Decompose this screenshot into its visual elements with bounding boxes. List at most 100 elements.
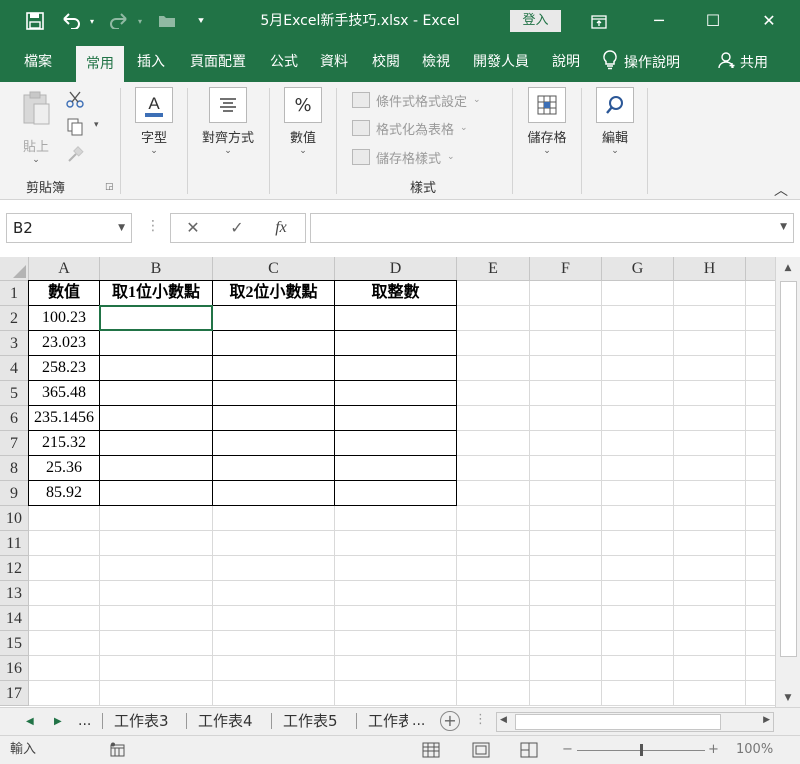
- grid-cell[interactable]: [602, 631, 674, 656]
- undo-icon[interactable]: [58, 8, 84, 34]
- grid-cell[interactable]: [674, 306, 746, 331]
- grid-cell[interactable]: [213, 656, 335, 681]
- grid-cell[interactable]: [213, 631, 335, 656]
- grid-cell[interactable]: [99, 305, 213, 331]
- grid-cell[interactable]: [674, 506, 746, 531]
- value-cell[interactable]: 235.1456: [28, 405, 100, 431]
- grid-cell[interactable]: [602, 356, 674, 381]
- grid-cell[interactable]: [457, 431, 530, 456]
- grid-cell[interactable]: [213, 506, 335, 531]
- grid-cell[interactable]: [29, 606, 100, 631]
- grid-cell[interactable]: [334, 380, 457, 406]
- grid-cell[interactable]: [457, 406, 530, 431]
- column-header-g[interactable]: G: [602, 257, 674, 281]
- grid-cell[interactable]: [674, 381, 746, 406]
- grid-cell[interactable]: [335, 656, 457, 681]
- cut-icon[interactable]: [66, 90, 84, 112]
- zoom-in-icon[interactable]: +: [708, 736, 719, 764]
- undo-dropdown-icon[interactable]: ▾: [86, 8, 98, 34]
- grid-cell[interactable]: [602, 431, 674, 456]
- maximize-icon[interactable]: ☐: [690, 0, 736, 42]
- grid-cell[interactable]: [335, 531, 457, 556]
- row-header[interactable]: 11: [0, 531, 29, 556]
- vertical-scroll-thumb[interactable]: [780, 281, 797, 657]
- macro-recording-icon[interactable]: [110, 742, 126, 758]
- grid-cell[interactable]: [213, 556, 335, 581]
- grid-cell[interactable]: [530, 656, 602, 681]
- grid-cell[interactable]: [746, 581, 775, 606]
- clipboard-launcher-icon[interactable]: ◲: [105, 182, 114, 192]
- grid-cell[interactable]: [602, 481, 674, 506]
- grid-cell[interactable]: [213, 681, 335, 706]
- horizontal-scroll-thumb[interactable]: [515, 714, 721, 730]
- grid-cell[interactable]: [212, 480, 335, 506]
- grid-cell[interactable]: [457, 656, 530, 681]
- grid-cell[interactable]: [530, 356, 602, 381]
- prev-sheet-icon[interactable]: ◀: [26, 712, 34, 732]
- row-header[interactable]: 2: [0, 306, 29, 331]
- grid-cell[interactable]: [674, 681, 746, 706]
- grid-cell[interactable]: [335, 606, 457, 631]
- page-layout-view-icon[interactable]: [472, 742, 490, 758]
- grid-cell[interactable]: [100, 531, 213, 556]
- grid-cell[interactable]: [746, 406, 775, 431]
- grid-cell[interactable]: [29, 681, 100, 706]
- column-header-partial[interactable]: [746, 257, 775, 281]
- editing-button[interactable]: 編輯 ⌄: [594, 87, 636, 156]
- grid-cell[interactable]: [457, 331, 530, 356]
- normal-view-icon[interactable]: [422, 742, 440, 758]
- row-header[interactable]: 7: [0, 431, 29, 456]
- font-button[interactable]: A 字型 ⌄: [133, 87, 175, 156]
- grid-cell[interactable]: [674, 606, 746, 631]
- name-box[interactable]: B2 ▼: [6, 213, 132, 243]
- grid-cell[interactable]: [334, 305, 457, 331]
- tab-formulas[interactable]: 公式: [262, 42, 306, 82]
- grid-cell[interactable]: [212, 455, 335, 481]
- grid-cell[interactable]: [530, 531, 602, 556]
- redo-dropdown-icon[interactable]: ▾: [134, 8, 146, 34]
- grid-cell[interactable]: [746, 306, 775, 331]
- grid-cell[interactable]: [457, 306, 530, 331]
- grid-cell[interactable]: [29, 531, 100, 556]
- grid-cell[interactable]: [746, 481, 775, 506]
- grid-cell[interactable]: [530, 306, 602, 331]
- cancel-entry-icon[interactable]: ✕: [173, 214, 213, 242]
- grid-cell[interactable]: [530, 556, 602, 581]
- grid-cell[interactable]: [335, 581, 457, 606]
- column-header-d[interactable]: D: [335, 257, 457, 281]
- tab-review[interactable]: 校閱: [364, 42, 408, 82]
- copy-dropdown-icon[interactable]: ▾: [94, 120, 99, 130]
- grid-cell[interactable]: [99, 430, 213, 456]
- grid-cell[interactable]: [457, 456, 530, 481]
- grid-cell[interactable]: [602, 581, 674, 606]
- tab-page-layout[interactable]: 頁面配置: [182, 42, 254, 82]
- zoom-level[interactable]: 100%: [736, 736, 773, 764]
- grid-cell[interactable]: [334, 355, 457, 381]
- grid-cell[interactable]: [602, 406, 674, 431]
- grid-cell[interactable]: [99, 355, 213, 381]
- grid-cell[interactable]: [530, 631, 602, 656]
- row-header[interactable]: 4: [0, 356, 29, 381]
- grid-cell[interactable]: [602, 456, 674, 481]
- alignment-button[interactable]: 對齊方式 ⌄: [196, 87, 260, 156]
- value-cell[interactable]: 85.92: [28, 480, 100, 506]
- grid-cell[interactable]: [457, 681, 530, 706]
- grid-cell[interactable]: [746, 331, 775, 356]
- grid-cell[interactable]: [29, 631, 100, 656]
- grid-cell[interactable]: [99, 480, 213, 506]
- vertical-scrollbar[interactable]: ▲ ▼: [775, 257, 800, 709]
- grid-cell[interactable]: [29, 506, 100, 531]
- column-header-a[interactable]: A: [29, 257, 100, 281]
- grid-cell[interactable]: [530, 481, 602, 506]
- row-header[interactable]: 16: [0, 656, 29, 681]
- grid-cell[interactable]: [746, 656, 775, 681]
- tell-me-search[interactable]: 操作說明: [602, 42, 680, 82]
- row-header[interactable]: 17: [0, 681, 29, 706]
- grid-cell[interactable]: [29, 581, 100, 606]
- tab-file[interactable]: 檔案: [14, 42, 62, 82]
- header-cell[interactable]: 數值: [28, 280, 100, 306]
- close-icon[interactable]: ✕: [746, 0, 792, 42]
- grid-cell[interactable]: [29, 656, 100, 681]
- grid-cell[interactable]: [530, 506, 602, 531]
- grid-cell[interactable]: [530, 381, 602, 406]
